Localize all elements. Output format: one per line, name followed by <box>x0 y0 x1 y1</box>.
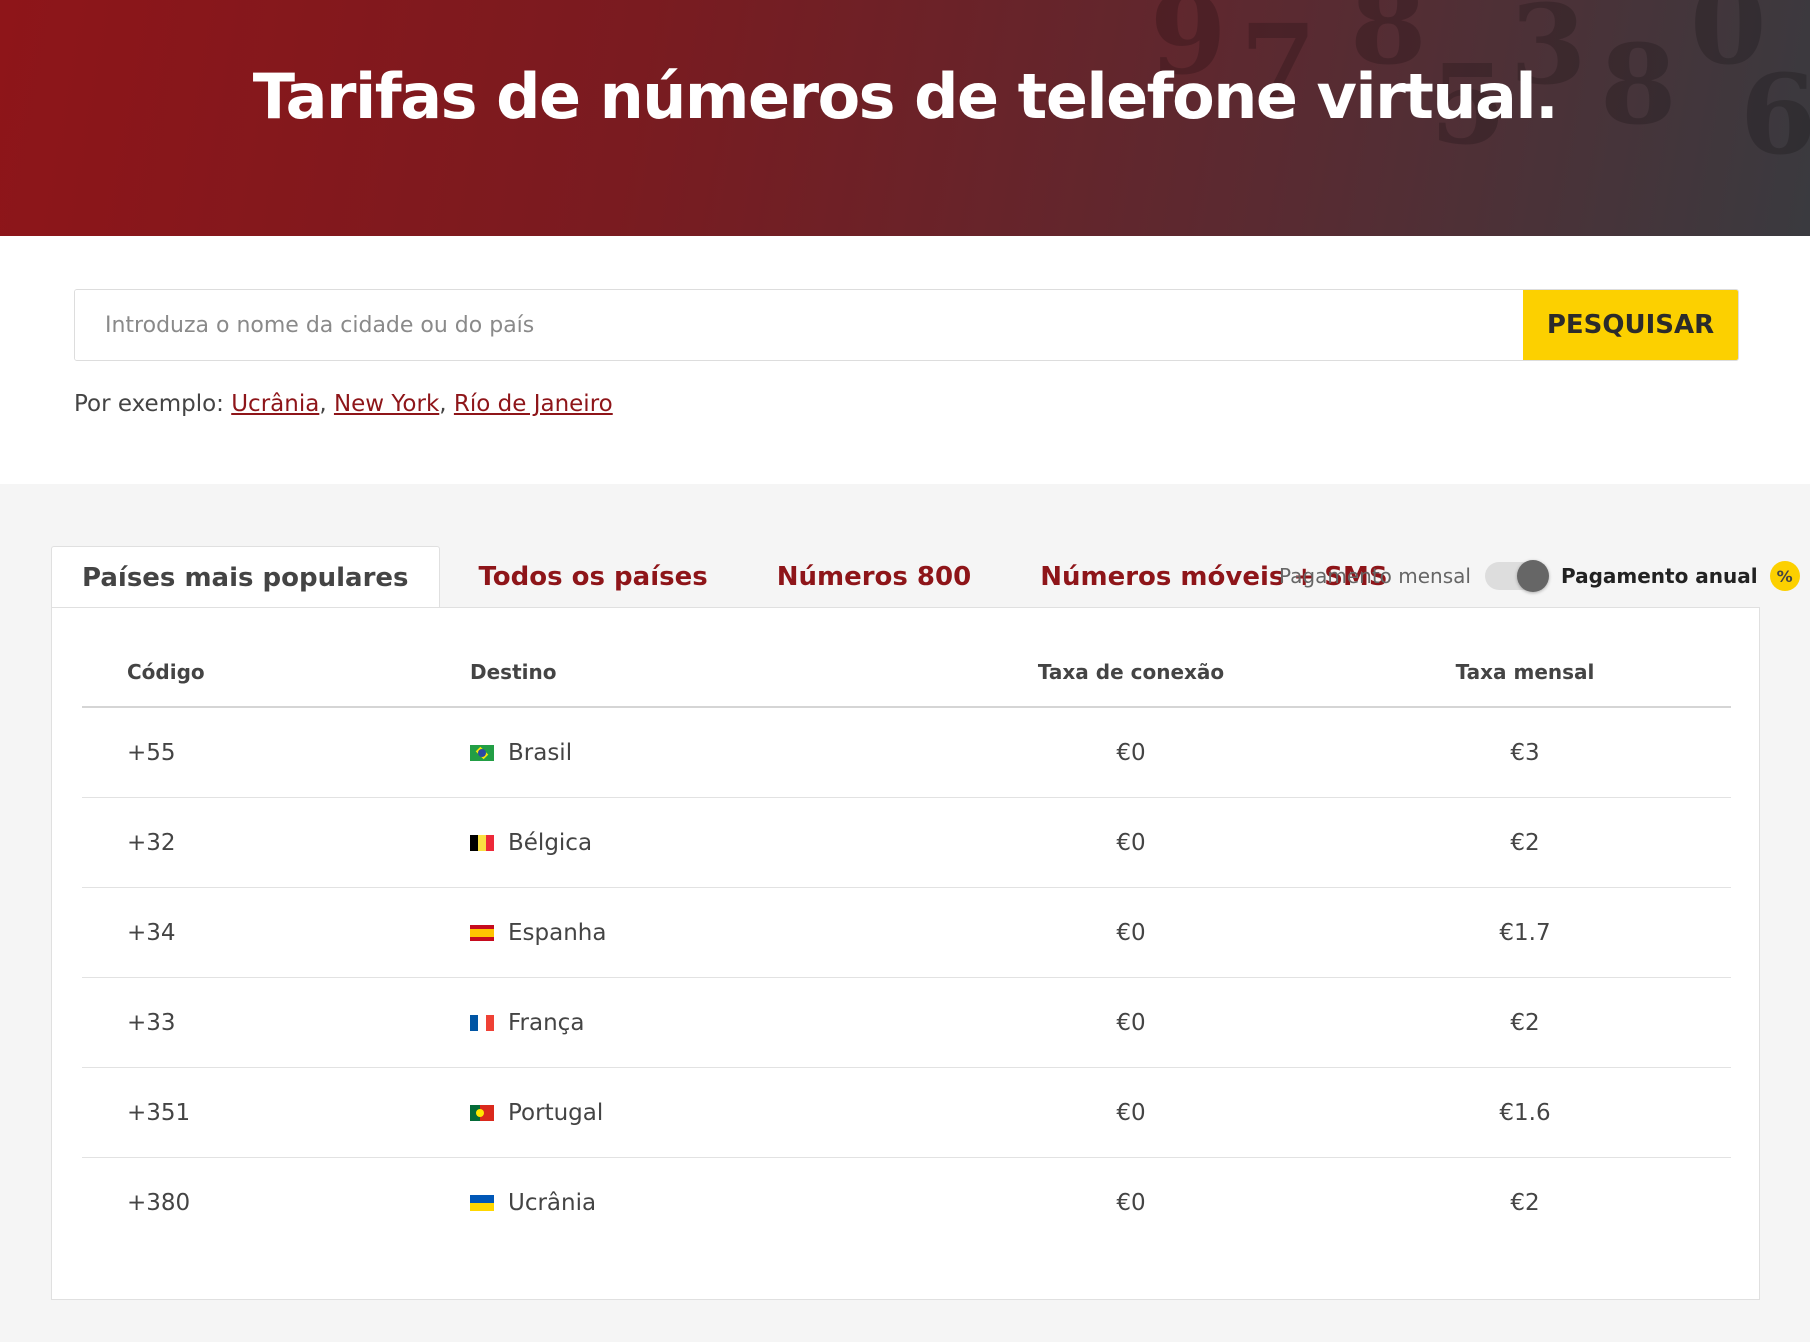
column-header-code: Código <box>127 660 205 684</box>
ukraine-flag-icon <box>470 1195 494 1211</box>
example-link-new-york[interactable]: New York <box>334 391 439 417</box>
country-name: Brasil <box>508 739 573 766</box>
column-header-connection-fee: Taxa de conexão <box>1037 660 1225 684</box>
connection-fee: €0 <box>1116 739 1146 766</box>
france-flag-icon <box>470 1014 494 1031</box>
monthly-fee: €1.7 <box>1499 919 1551 946</box>
tariffs-table: Código Destino Taxa de conexão Taxa mens… <box>82 638 1731 1248</box>
billing-toggle-group: Pagamento mensal Pagamento anual % <box>1279 558 1800 594</box>
column-header-monthly-fee: Taxa mensal <box>1455 660 1595 684</box>
example-link-rio-de-janeiro[interactable]: Río de Janeiro <box>454 391 613 417</box>
connection-fee: €0 <box>1116 829 1146 856</box>
page-title: Tarifas de números de telefone virtual. <box>252 60 1559 133</box>
destination-cell: Ucrânia <box>470 1190 934 1216</box>
table-header: Código Destino Taxa de conexão Taxa mens… <box>82 638 1731 708</box>
column-header-destination: Destino <box>470 660 557 684</box>
destination-cell: Bélgica <box>470 830 934 856</box>
table-row[interactable]: +55 Brasil €0 €3 <box>82 708 1731 798</box>
discount-percent-icon: % <box>1769 561 1800 591</box>
monthly-fee: €2 <box>1510 829 1540 856</box>
tab-all-countries[interactable]: Todos os países <box>449 546 738 608</box>
country-name: França <box>508 1009 585 1036</box>
connection-fee: €0 <box>1116 1190 1146 1216</box>
tab-800-numbers[interactable]: Números 800 <box>747 546 1001 608</box>
destination-cell: Espanha <box>470 920 934 946</box>
destination-cell: Portugal <box>470 1100 934 1126</box>
brazil-flag-icon <box>470 744 494 761</box>
monthly-fee: €1.6 <box>1499 1099 1551 1126</box>
country-code: +34 <box>127 919 176 946</box>
belgium-flag-icon <box>470 834 494 851</box>
search-input[interactable] <box>75 290 1523 360</box>
monthly-payment-label[interactable]: Pagamento mensal <box>1279 564 1471 588</box>
billing-period-toggle[interactable] <box>1484 560 1549 592</box>
search-examples: Por exemplo: Ucrânia, New York, Río de J… <box>74 391 613 417</box>
table-row[interactable]: +33 França €0 €2 <box>82 978 1731 1068</box>
search-box: PESQUISAR <box>74 289 1739 361</box>
country-code: +55 <box>127 739 176 766</box>
table-row[interactable]: +32 Bélgica €0 €2 <box>82 798 1731 888</box>
country-name: Espanha <box>508 919 607 946</box>
toggle-knob <box>1516 560 1549 592</box>
monthly-fee: €2 <box>1510 1009 1540 1036</box>
example-link-ucrania[interactable]: Ucrânia <box>231 391 319 417</box>
monthly-fee: €3 <box>1510 739 1540 766</box>
connection-fee: €0 <box>1116 919 1146 946</box>
table-row[interactable]: +351 Portugal €0 €1.6 <box>82 1068 1731 1158</box>
monthly-fee: €2 <box>1510 1190 1540 1216</box>
country-name: Bélgica <box>508 829 593 856</box>
table-row[interactable]: +380 Ucrânia €0 €2 <box>82 1158 1731 1248</box>
table-row[interactable]: +34 Espanha €0 €1.7 <box>82 888 1731 978</box>
country-code: +351 <box>127 1099 191 1126</box>
destination-cell: França <box>470 1010 934 1036</box>
connection-fee: €0 <box>1116 1009 1146 1036</box>
connection-fee: €0 <box>1116 1099 1146 1126</box>
portugal-flag-icon <box>470 1104 494 1121</box>
tariffs-table-card: Código Destino Taxa de conexão Taxa mens… <box>51 607 1760 1300</box>
search-panel: PESQUISAR Por exemplo: Ucrânia, New York… <box>0 236 1810 484</box>
tab-popular-countries[interactable]: Países mais populares <box>51 546 440 608</box>
destination-cell: Brasil <box>470 740 934 766</box>
spain-flag-icon <box>470 924 494 941</box>
hero-banner: 9 7 8 5 3 8 0 6 Tarifas de números de te… <box>0 0 1810 236</box>
tariff-tabs: Países mais populares Todos os países Nú… <box>51 546 1418 608</box>
country-code: +32 <box>127 829 176 856</box>
country-name: Portugal <box>508 1099 604 1126</box>
country-name: Ucrânia <box>508 1190 597 1216</box>
annual-payment-label[interactable]: Pagamento anual <box>1561 564 1758 588</box>
country-code: +380 <box>127 1190 191 1216</box>
country-code: +33 <box>127 1009 176 1036</box>
search-button[interactable]: PESQUISAR <box>1523 290 1738 360</box>
examples-prefix: Por exemplo: <box>74 391 224 417</box>
